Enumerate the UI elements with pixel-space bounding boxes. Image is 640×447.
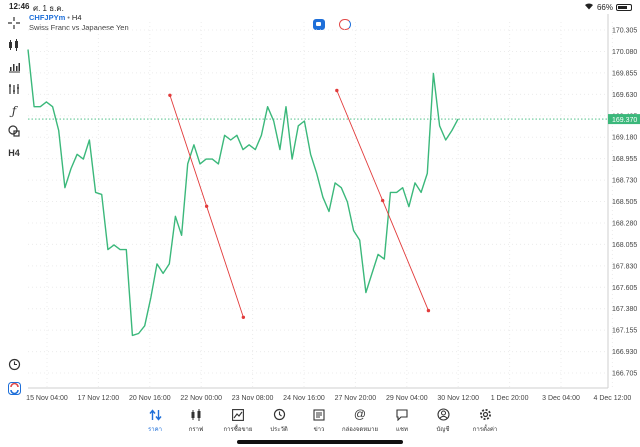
timeframe-button[interactable]: H4 (6, 146, 22, 160)
x-tick-label: 20 Nov 16:00 (129, 395, 171, 402)
objects-icon[interactable] (6, 82, 22, 96)
tab-news[interactable]: ข่าว (297, 408, 341, 434)
x-tick-label: 30 Nov 12:00 (437, 395, 479, 402)
account-icon (436, 408, 450, 421)
mailbox-icon: @ (353, 407, 367, 421)
tab-trade-label: การซื้อขาย (223, 427, 253, 433)
tab-chat-label: แชท (396, 427, 408, 433)
y-tick-label: 168.055 (612, 242, 637, 249)
tab-history-label: ประวัติ (270, 427, 288, 433)
quotes-icon (148, 408, 162, 421)
tab-trade[interactable]: การซื้อขาย (216, 408, 260, 434)
settings-icon (478, 408, 492, 421)
y-tick-label: 167.830 (612, 263, 637, 270)
x-tick-label: 4 Dec 12:00 (594, 395, 632, 402)
tab-settings[interactable]: การตั้งค่า (463, 408, 507, 434)
y-tick-label: 168.505 (612, 199, 637, 206)
trendline-anchor (426, 308, 431, 313)
price-chart[interactable]: 170.305170.080169.855169.630169.405169.1… (0, 0, 640, 404)
x-tick-label: 23 Nov 08:00 (232, 395, 274, 402)
tab-mailbox-label: กล่องจดหมาย (341, 427, 379, 433)
y-tick-label: 169.855 (612, 70, 637, 77)
indicators-icon[interactable] (6, 38, 22, 52)
chat-icon (395, 408, 409, 421)
brand-icon[interactable] (6, 381, 22, 395)
trendline-anchor (168, 93, 172, 97)
x-tick-label: 27 Nov 20:00 (335, 395, 377, 402)
tab-settings-label: การตั้งค่า (472, 427, 498, 433)
x-tick-label: 15 Nov 04:00 (26, 395, 68, 402)
function-icon[interactable]: ƒ (6, 104, 22, 118)
tab-news-label: ข่าว (313, 427, 325, 433)
trendline-anchor (204, 204, 209, 208)
current-price-label: 169.370 (612, 117, 637, 124)
tab-chat[interactable]: แชท (380, 408, 424, 434)
x-tick-label: 22 Nov 00:00 (180, 395, 222, 402)
trendline-anchor (335, 88, 339, 93)
y-tick-label: 167.155 (612, 328, 637, 335)
tab-history[interactable]: ประวัติ (257, 408, 301, 434)
x-tick-label: 3 Dec 04:00 (542, 395, 580, 402)
tab-account[interactable]: บัญชี (421, 408, 465, 434)
history-icon (272, 408, 286, 421)
shapes-icon[interactable] (6, 124, 22, 138)
trade-icon (231, 408, 245, 421)
y-tick-label: 170.305 (612, 28, 637, 35)
tab-mailbox[interactable]: @ กล่องจดหมาย (338, 408, 382, 434)
tab-quotes-label: ราคา (148, 427, 162, 433)
y-tick-label: 166.705 (612, 371, 637, 378)
y-tick-label: 169.630 (612, 92, 637, 99)
bar-chart-icon[interactable] (6, 60, 22, 74)
x-tick-label: 17 Nov 12:00 (78, 395, 120, 402)
news-icon (312, 408, 326, 421)
y-tick-label: 166.930 (612, 349, 637, 356)
app-root: 12:46 ศ. 1 ธ.ค. 66% CHFJPYm • H4 Swiss Fra… (0, 0, 640, 447)
alarm-clock-icon[interactable] (6, 357, 22, 371)
tab-chart-label: กราฟ (188, 427, 204, 433)
home-indicator (237, 440, 403, 444)
price-series-line (27, 49, 459, 337)
x-tick-label: 1 Dec 20:00 (491, 395, 529, 402)
tab-quotes[interactable]: ราคา (133, 408, 177, 434)
y-tick-label: 169.180 (612, 135, 637, 142)
crosshair-icon[interactable] (6, 16, 22, 30)
x-tick-label: 29 Nov 04:00 (386, 395, 428, 402)
trendline-anchor (380, 198, 385, 203)
y-tick-label: 167.380 (612, 306, 637, 313)
y-tick-label: 168.730 (612, 178, 637, 185)
y-tick-label: 167.605 (612, 285, 637, 292)
y-tick-label: 170.080 (612, 49, 637, 56)
trendline-anchor (241, 315, 246, 319)
x-tick-label: 24 Nov 16:00 (283, 395, 325, 402)
tab-chart[interactable]: กราฟ (174, 408, 218, 434)
chart-icon (189, 408, 203, 421)
y-tick-label: 168.955 (612, 156, 637, 163)
tab-account-label: บัญชี (436, 427, 450, 433)
y-tick-label: 168.280 (612, 220, 637, 227)
